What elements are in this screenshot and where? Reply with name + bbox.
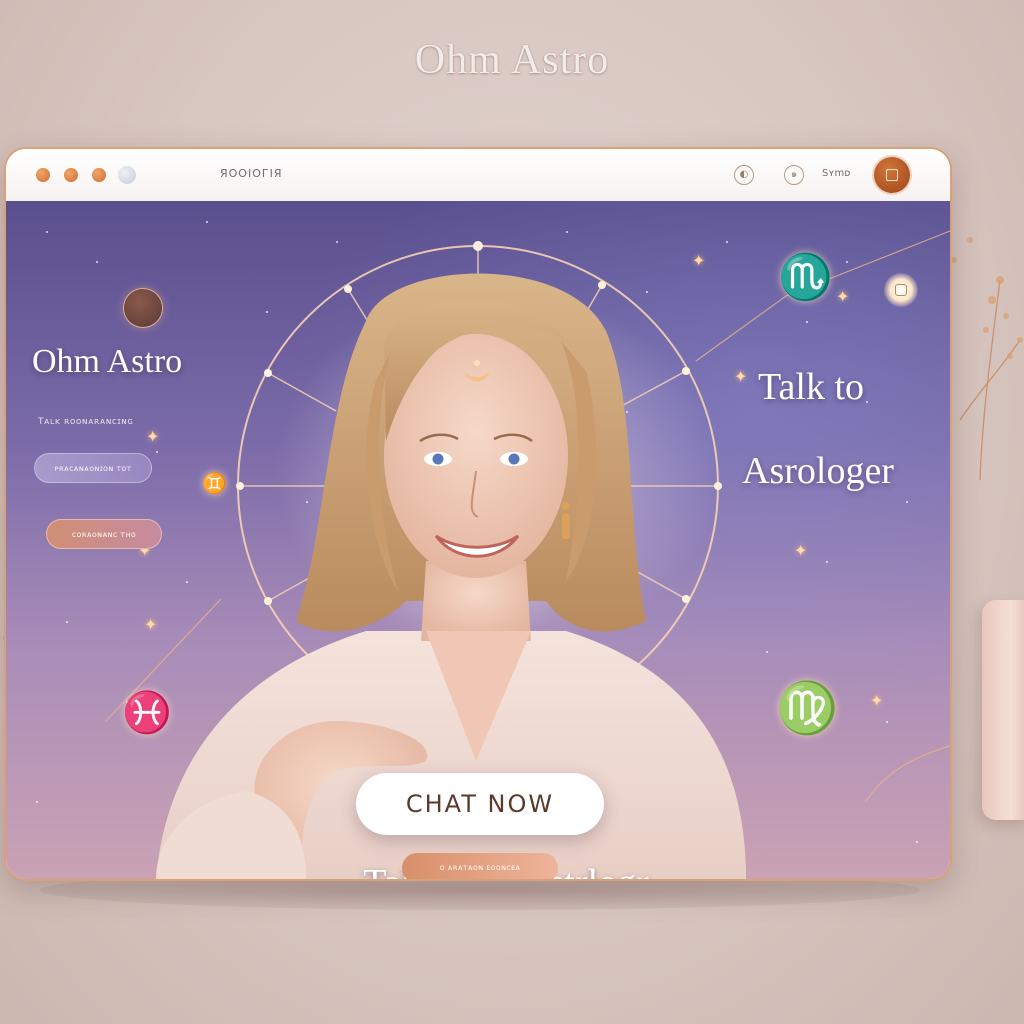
glow-square-icon[interactable] [884, 273, 918, 307]
dried-plant-right [951, 237, 1023, 480]
sparkle-icon: ✦ [870, 691, 884, 710]
gemini-glyph-icon: ♊ [202, 471, 227, 495]
moon-icon[interactable]: ◐ [734, 165, 754, 185]
virgo-glyph-icon: ♍ [776, 679, 839, 737]
moon-circle-icon [124, 289, 162, 327]
window-dot-extra[interactable] [118, 166, 136, 184]
browser-window: ЯООІОГІЯ ◐ ๑ Ѕʏmᴅ ✦ ✦ ✦ ✦ ✦ ✦ ✦ ✦ Ohm As… [4, 147, 952, 881]
vase [982, 600, 1024, 820]
window-dot-maximize[interactable] [92, 168, 106, 182]
brand-title: Ohm Astro [414, 37, 610, 83]
window-dot-minimize[interactable] [64, 168, 78, 182]
chat-now-button[interactable]: CHAT NOW [356, 773, 604, 835]
sparkle-icon: ✦ [794, 541, 808, 560]
sparkle-icon: ✦ [836, 287, 850, 306]
titlebar-label: Ѕʏmᴅ [822, 168, 851, 179]
window-dot-close[interactable] [36, 168, 50, 182]
sparkle-icon: ✦ [146, 427, 160, 446]
hero-pill-button-3[interactable]: ᴏ ᴀʀᴀᴛᴀᴏɴ ᴇᴏᴏɴᴄᴇᴀ [402, 853, 558, 879]
avatar-icon[interactable] [874, 157, 910, 193]
hero-pill-button-2[interactable]: ᴄᴏʀᴀᴏɴᴀɴᴄ ᴛʜᴏ [46, 519, 162, 549]
hero-section: ✦ ✦ ✦ ✦ ✦ ✦ ✦ ✦ Ohm Astro Tᴀʟᴋ ʀᴏᴏɴᴀʀᴀɴᴄ… [6, 201, 950, 879]
hero-heading-line-2: Asrologer [742, 450, 894, 492]
hero-pill-button-1[interactable]: ᴘʀᴀᴄᴀɴᴀᴏɴɪᴏɴ ᴛᴏᴛ [34, 453, 152, 483]
titlebar: ЯООІОГІЯ ◐ ๑ Ѕʏmᴅ [6, 149, 950, 202]
pisces-glyph-icon: ♓ [122, 690, 172, 736]
sparkle-icon: ✦ [734, 367, 748, 386]
url-text[interactable]: ЯООІОГІЯ [220, 167, 282, 180]
scorpio-glyph-icon: ♏ [778, 252, 833, 303]
sparkle-icon: ✦ [692, 251, 706, 270]
hero-brand: Ohm Astro [32, 343, 183, 380]
sparkle-icon: ✦ [144, 615, 158, 634]
spiral-icon[interactable]: ๑ [784, 165, 804, 185]
hero-tiny-link[interactable]: Tᴀʟᴋ ʀᴏᴏɴᴀʀᴀɴᴄɪɴɢ [38, 417, 134, 427]
hero-heading-line-1: Talk to [758, 366, 865, 408]
